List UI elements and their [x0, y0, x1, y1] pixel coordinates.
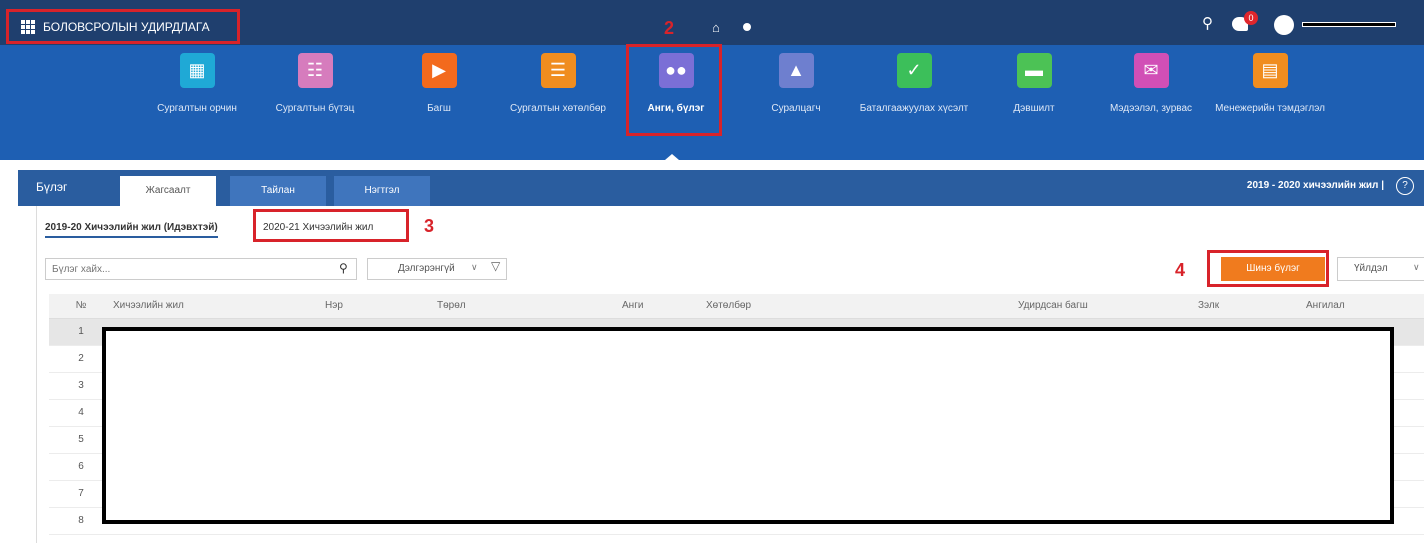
teacher-icon: ▶ [421, 53, 457, 88]
search-icon[interactable]: ⚲ [339, 261, 348, 275]
row-number: 6 [49, 453, 107, 481]
annotation-box-module [626, 44, 722, 136]
module-messages[interactable]: ✉ Мэдээлэл, зурвас [1096, 45, 1206, 115]
col-number[interactable]: № [49, 294, 107, 319]
col-type[interactable]: Төрөл [431, 294, 616, 319]
section-title: Бүлэг [36, 180, 68, 194]
redacted-user-name [1302, 22, 1396, 27]
action-dropdown[interactable]: Үйлдэл [1337, 257, 1424, 281]
col-zelk[interactable]: Зэлк [1192, 294, 1300, 319]
row-number: 7 [49, 480, 107, 508]
org-chart-icon: ☷ [297, 53, 333, 88]
tab-report[interactable]: Тайлан [230, 176, 326, 206]
row-number: 5 [49, 426, 107, 454]
annotation-box-new-button [1207, 250, 1329, 287]
app-menu-button[interactable]: БОЛОВСРОЛЫН УДИРДЛАГА [6, 9, 240, 44]
status-dot-icon[interactable] [743, 23, 751, 31]
apps-grid-icon [21, 19, 35, 34]
col-academic-year[interactable]: Хичээлийн жил [107, 294, 319, 319]
module-approval-request[interactable]: ✓ Баталгаажуулах хүсэлт [859, 45, 969, 115]
search-icon[interactable]: ⚲ [1202, 14, 1213, 32]
detail-dropdown[interactable]: Дэлгэрэнгүй [367, 258, 507, 280]
filter-icon[interactable]: ▽ [491, 259, 500, 273]
help-icon[interactable]: ? [1396, 177, 1414, 195]
books-icon: ☰ [540, 53, 576, 88]
col-category[interactable]: Ангилал [1300, 294, 1424, 319]
year-tab-active[interactable]: 2019-20 Хичээлийн жил (Идэвхтэй) [45, 218, 218, 238]
row-number: 3 [49, 372, 107, 400]
approval-icon: ✓ [896, 53, 932, 88]
module-learning-env[interactable]: ▦ Сургалтын орчин [142, 45, 252, 115]
building-icon: ▦ [179, 53, 215, 88]
progress-icon: ▬ [1016, 53, 1052, 88]
chevron-down-icon[interactable]: ∨ [1413, 262, 1420, 273]
active-module-caret [665, 154, 679, 160]
module-teacher[interactable]: ▶ Багш [384, 45, 494, 115]
row-number: 4 [49, 399, 107, 427]
module-manager-notes[interactable]: ▤ Менежерийн тэмдэглэл [1215, 45, 1325, 115]
message-icon: ✉ [1133, 53, 1169, 88]
annotation-number-3: 3 [424, 216, 435, 236]
chevron-down-icon[interactable]: ∨ [471, 262, 478, 273]
academic-year-selector[interactable]: 2019 - 2020 хичээлийн жил | [1247, 180, 1384, 191]
row-number: 2 [49, 345, 107, 373]
col-class[interactable]: Анги [616, 294, 700, 319]
search-input[interactable] [45, 258, 357, 280]
notebook-icon: ▤ [1252, 53, 1288, 88]
module-curriculum[interactable]: ☰ Сургалтын хөтөлбөр [503, 45, 613, 115]
row-number: 8 [49, 507, 107, 535]
app-title: БОЛОВСРОЛЫН УДИРДЛАГА [43, 19, 210, 34]
col-name[interactable]: Нэр [319, 294, 431, 319]
col-program[interactable]: Хөтөлбөр [700, 294, 1012, 319]
module-learning-structure[interactable]: ☷ Сургалтын бүтэц [260, 45, 370, 115]
row-number: 1 [49, 318, 107, 346]
tab-summary[interactable]: Нэгтгэл [334, 176, 430, 206]
annotation-number-2: 2 [664, 18, 675, 38]
section-tab-bar: Бүлэг Жагсаалт Тайлан Нэгтгэл 2019 - 202… [18, 170, 1424, 206]
annotation-number-4: 4 [1175, 260, 1186, 280]
avatar[interactable] [1274, 15, 1294, 35]
module-progress[interactable]: ▬ Дэвшилт [979, 45, 1089, 115]
col-lead-teacher[interactable]: Удирдсан багш [1012, 294, 1192, 319]
top-bar: БОЛОВСРОЛЫН УДИРДЛАГА ⌂ ⚲ 0 [0, 0, 1424, 45]
annotation-box-year-tab [253, 209, 409, 242]
module-student[interactable]: ▲ Суралцагч [741, 45, 851, 115]
table-header: № Хичээлийн жил Нэр Төрөл Анги Хөтөлбөр … [49, 294, 1424, 319]
tab-list[interactable]: Жагсаалт [120, 176, 216, 206]
student-icon: ▲ [778, 53, 814, 88]
notification-badge: 0 [1244, 11, 1258, 25]
redacted-table-area [102, 327, 1394, 524]
home-icon[interactable]: ⌂ [712, 20, 720, 35]
